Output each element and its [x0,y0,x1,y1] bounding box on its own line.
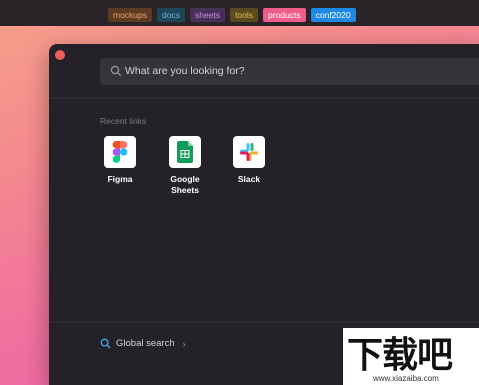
recent-link-label: Slack [237,174,261,184]
recent-links-heading: Recent links [100,116,147,126]
close-window-button[interactable] [55,50,65,60]
chevron-right-icon: › [182,338,186,349]
tag-conf2020[interactable]: conf2020 [310,8,356,22]
tag-tools[interactable]: tools [230,8,258,22]
global-search-button[interactable]: Global search › [100,338,186,349]
search-icon [110,65,122,77]
recent-link-google-sheets[interactable]: Google Sheets [160,136,210,196]
tag-mockups[interactable]: mockups [108,8,153,22]
tag-list: mockups docs sheets tools products conf2… [108,8,356,22]
slack-icon [233,136,265,168]
tag-bar: mockups docs sheets tools products conf2… [0,0,479,26]
site-watermark: 下载吧 www.xiazaiba.com [343,328,479,385]
recent-link-slack[interactable]: Slack [224,136,274,185]
tag-sheets[interactable]: sheets [189,8,226,22]
global-search-label: Global search [116,338,175,349]
watermark-url: www.xiazaiba.com [373,374,439,383]
divider [49,98,479,99]
recent-link-label: Figma [107,174,133,184]
google-sheets-icon [169,136,201,168]
recent-link-label: Google Sheets [170,174,200,195]
search-placeholder: What are you looking for? [125,65,245,77]
tag-products[interactable]: products [263,8,306,22]
search-icon [100,338,111,349]
figma-icon [104,136,136,168]
search-input[interactable]: What are you looking for? [100,58,479,85]
recent-link-figma[interactable]: Figma [95,136,145,185]
watermark-logo-text: 下载吧 [347,335,453,376]
tag-docs[interactable]: docs [157,8,185,22]
divider [49,322,479,323]
